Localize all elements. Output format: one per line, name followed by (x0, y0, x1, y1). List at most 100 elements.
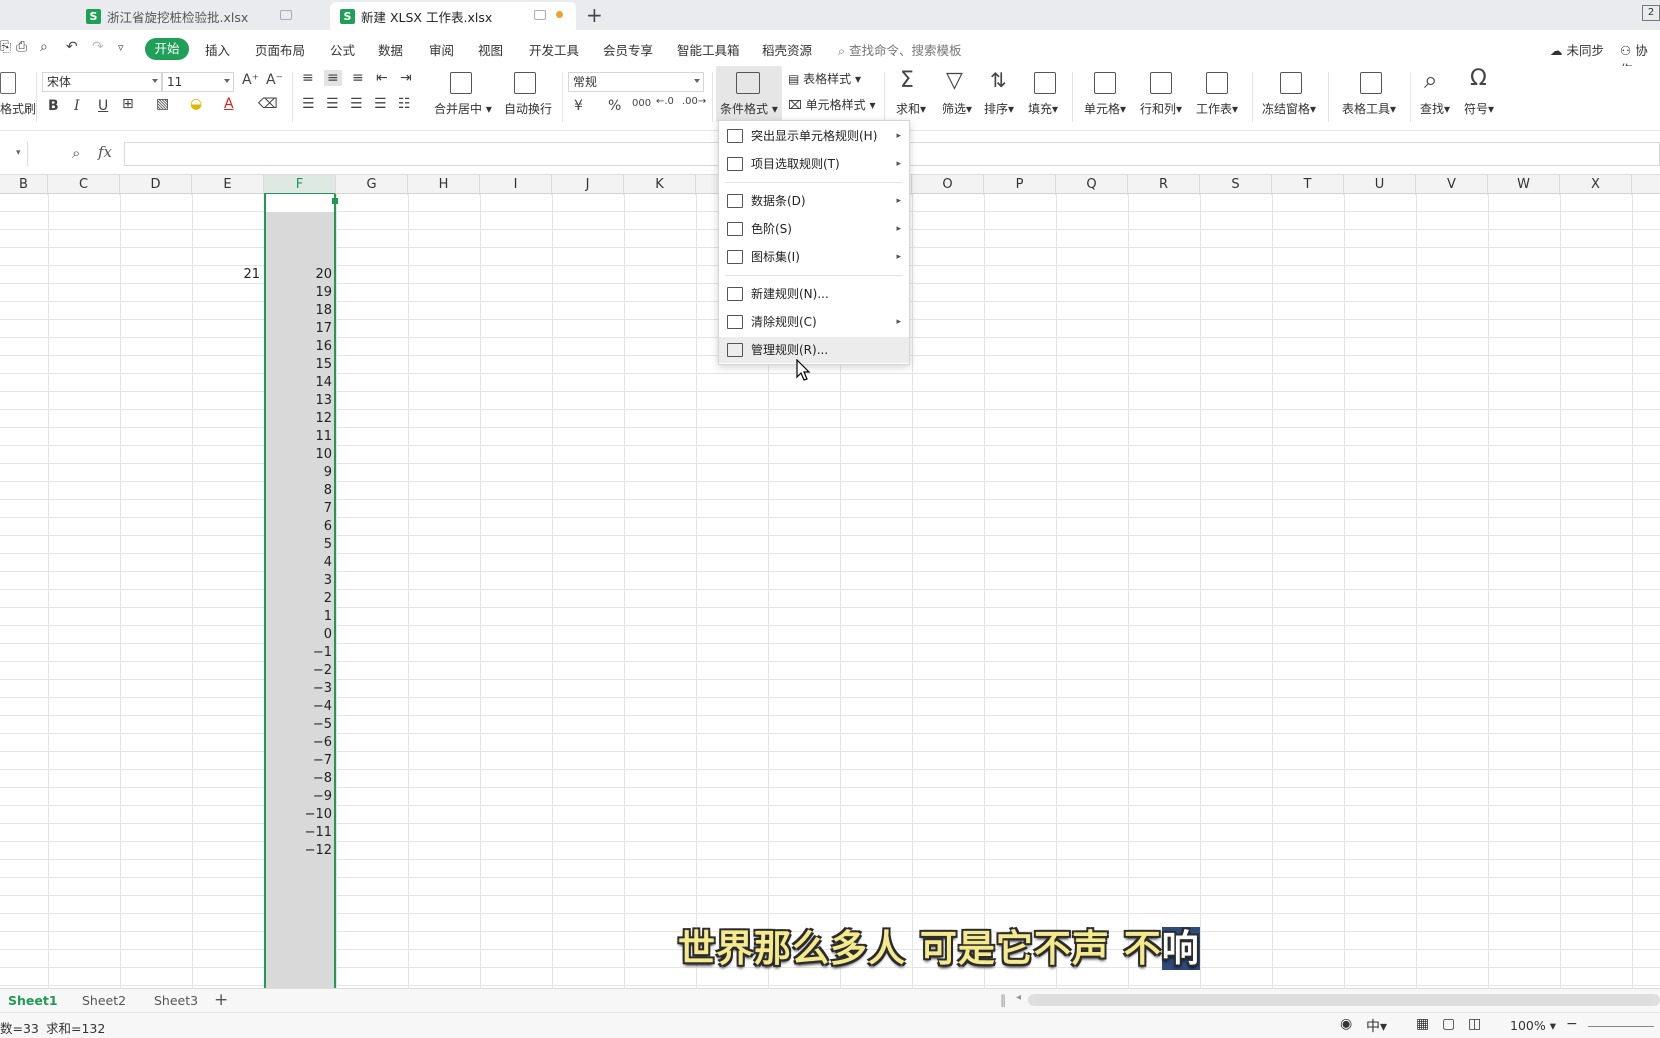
border-icon[interactable]: ⊞ (122, 96, 134, 112)
menu-item-top-rules[interactable]: 项目选取规则(T) ▸ (719, 151, 909, 177)
sheet-tab-2[interactable]: Sheet2 (82, 993, 126, 1008)
cell-F-value[interactable]: −11 (266, 824, 332, 842)
undo-icon[interactable]: ↶ (66, 39, 78, 55)
cell-F-value[interactable]: −8 (266, 770, 332, 788)
customize-chevron-down-icon[interactable]: ▿ (118, 41, 124, 54)
tab-insert[interactable]: 插入 (205, 40, 230, 59)
italic-icon[interactable]: I (74, 98, 80, 114)
number-format-select[interactable]: 常规 (568, 72, 704, 92)
new-tab-plus-icon[interactable]: + (586, 3, 603, 27)
col-header-O[interactable]: O (912, 175, 984, 195)
col-header-P[interactable]: P (984, 175, 1056, 195)
zoom-formula-icon[interactable]: ⌕ (72, 144, 80, 162)
align-bottom-icon[interactable]: ≡ (352, 70, 364, 86)
filter-button[interactable]: 筛选▾ (942, 100, 972, 117)
col-header-D[interactable]: D (120, 175, 192, 195)
col-header-Q[interactable]: Q (1056, 175, 1128, 195)
col-header-F[interactable]: F (264, 175, 336, 195)
table-tools-button[interactable]: 表格工具▾ (1342, 100, 1396, 117)
input-method-icon[interactable]: 中▾ (1366, 1016, 1387, 1036)
command-search[interactable]: ⌕ 查找命令、搜索模板 (838, 40, 962, 59)
align-top-icon[interactable]: ≡ (302, 70, 314, 86)
col-header-I[interactable]: I (480, 175, 552, 195)
eye-protection-icon[interactable]: ◉ (1340, 1016, 1352, 1032)
zoom-level[interactable]: 100% ▾ (1510, 1018, 1556, 1033)
symbol-button[interactable]: 符号▾ (1464, 100, 1494, 117)
wrap-text-button[interactable]: 自动换行 (504, 100, 552, 117)
menu-item-icon-sets[interactable]: 图标集(I) ▸ (719, 244, 909, 270)
cell-F-value[interactable]: 14 (266, 374, 332, 392)
indent-decrease-icon[interactable]: ⇤ (376, 70, 388, 86)
cell-F-value[interactable]: −7 (266, 752, 332, 770)
cell-F-value[interactable]: −9 (266, 788, 332, 806)
decrease-font-icon[interactable]: A⁻ (266, 72, 283, 88)
menu-item-clear-rules[interactable]: 清除规则(C) ▸ (719, 309, 909, 335)
name-box[interactable]: ▾ (0, 142, 28, 166)
cell-F-value[interactable]: −10 (266, 806, 332, 824)
tab-start[interactable]: 开始 (145, 38, 189, 60)
zoom-out-icon[interactable]: − (1566, 1016, 1578, 1032)
tab-view[interactable]: 视图 (478, 40, 503, 59)
cell-E[interactable]: 21 (196, 266, 260, 284)
col-header-H[interactable]: H (408, 175, 480, 195)
thousands-separator-button[interactable]: 000 (632, 98, 651, 109)
sum-button[interactable]: 求和▾ (896, 100, 926, 117)
cloud-sync-status[interactable]: ☁ 未同步 (1550, 40, 1604, 59)
row-col-button[interactable]: 行和列▾ (1140, 100, 1182, 117)
freeze-panes-button[interactable]: 冻结窗格▾ (1262, 100, 1316, 117)
tab-page-layout[interactable]: 页面布局 (255, 40, 305, 59)
cell-F-value[interactable]: 3 (266, 572, 332, 590)
redo-icon[interactable]: ↷ (92, 39, 104, 55)
col-header-S[interactable]: S (1200, 175, 1272, 195)
cell-F-value[interactable]: −1 (266, 644, 332, 662)
open-icon[interactable]: ⎘ (0, 39, 11, 55)
align-middle-icon[interactable]: ≡ (324, 70, 342, 86)
col-header-X[interactable]: X (1560, 175, 1632, 195)
tab-smart-toolbox[interactable]: 智能工具箱 (677, 40, 740, 59)
worksheet-button[interactable]: 工作表▾ (1196, 100, 1238, 117)
font-size-select[interactable]: 11 (162, 72, 234, 92)
tab-member[interactable]: 会员专享 (603, 40, 653, 59)
menu-item-highlight-rules[interactable]: 突出显示单元格规则(H) ▸ (719, 123, 909, 149)
distributed-icon[interactable]: ☷ (398, 96, 411, 112)
fill-handle[interactable] (332, 198, 338, 204)
cell-F-value[interactable]: 11 (266, 428, 332, 446)
col-header-W[interactable]: W (1488, 175, 1560, 195)
merge-center-button[interactable]: 合并居中 ▾ (434, 100, 492, 117)
cell-F-value[interactable]: 8 (266, 482, 332, 500)
scroll-left-icon[interactable]: ◂ (1016, 992, 1021, 1003)
col-header-E[interactable]: E (192, 175, 264, 195)
tab-developer[interactable]: 开发工具 (529, 40, 579, 59)
cond-format-button[interactable]: 条件格式 ▾ (720, 100, 778, 117)
eraser-icon[interactable]: ⌫ (258, 96, 278, 112)
window-count-badge[interactable]: 2 (1642, 5, 1660, 21)
print-icon[interactable]: ⎙ (16, 39, 27, 55)
print-preview-icon[interactable]: ⌕ (40, 39, 48, 55)
normal-view-icon[interactable]: ▦ (1416, 1016, 1429, 1032)
col-header-C[interactable]: C (48, 175, 120, 195)
cell-F-value[interactable]: 10 (266, 446, 332, 464)
fill-color-icon[interactable]: ◒ (190, 96, 202, 112)
align-right-icon[interactable]: ☰ (350, 96, 363, 112)
menu-item-data-bars[interactable]: 数据条(D) ▸ (719, 188, 909, 214)
percent-button[interactable]: % (608, 98, 621, 114)
find-button[interactable]: 查找▾ (1420, 100, 1450, 117)
font-name-select[interactable]: 宋体 (42, 72, 162, 92)
col-header-V[interactable]: V (1416, 175, 1488, 195)
cell-F-value[interactable]: 1 (266, 608, 332, 626)
function-fx-icon[interactable]: fx (98, 143, 112, 161)
cell-style-icon[interactable]: ▧ (156, 96, 169, 112)
page-layout-view-icon[interactable]: ▢ (1442, 1016, 1455, 1032)
cell-F-value[interactable]: 17 (266, 320, 332, 338)
align-left-icon[interactable]: ☰ (302, 96, 315, 112)
cell-F-value[interactable]: −6 (266, 734, 332, 752)
increase-decimal-icon[interactable]: ←.0 (656, 96, 674, 107)
cell-F-value[interactable]: 16 (266, 338, 332, 356)
doc-tab-zhejiang[interactable]: S 浙江省旋挖桩检验批.xlsx (76, 2, 324, 30)
align-center-icon[interactable]: ☰ (326, 96, 339, 112)
indent-increase-icon[interactable]: ⇥ (400, 70, 412, 86)
table-style-button[interactable]: ▤ 表格样式 ▾ (788, 70, 861, 87)
horizontal-scrollbar[interactable] (1028, 994, 1660, 1006)
cell-F-value[interactable]: 0 (266, 626, 332, 644)
cell-F-value[interactable]: 7 (266, 500, 332, 518)
